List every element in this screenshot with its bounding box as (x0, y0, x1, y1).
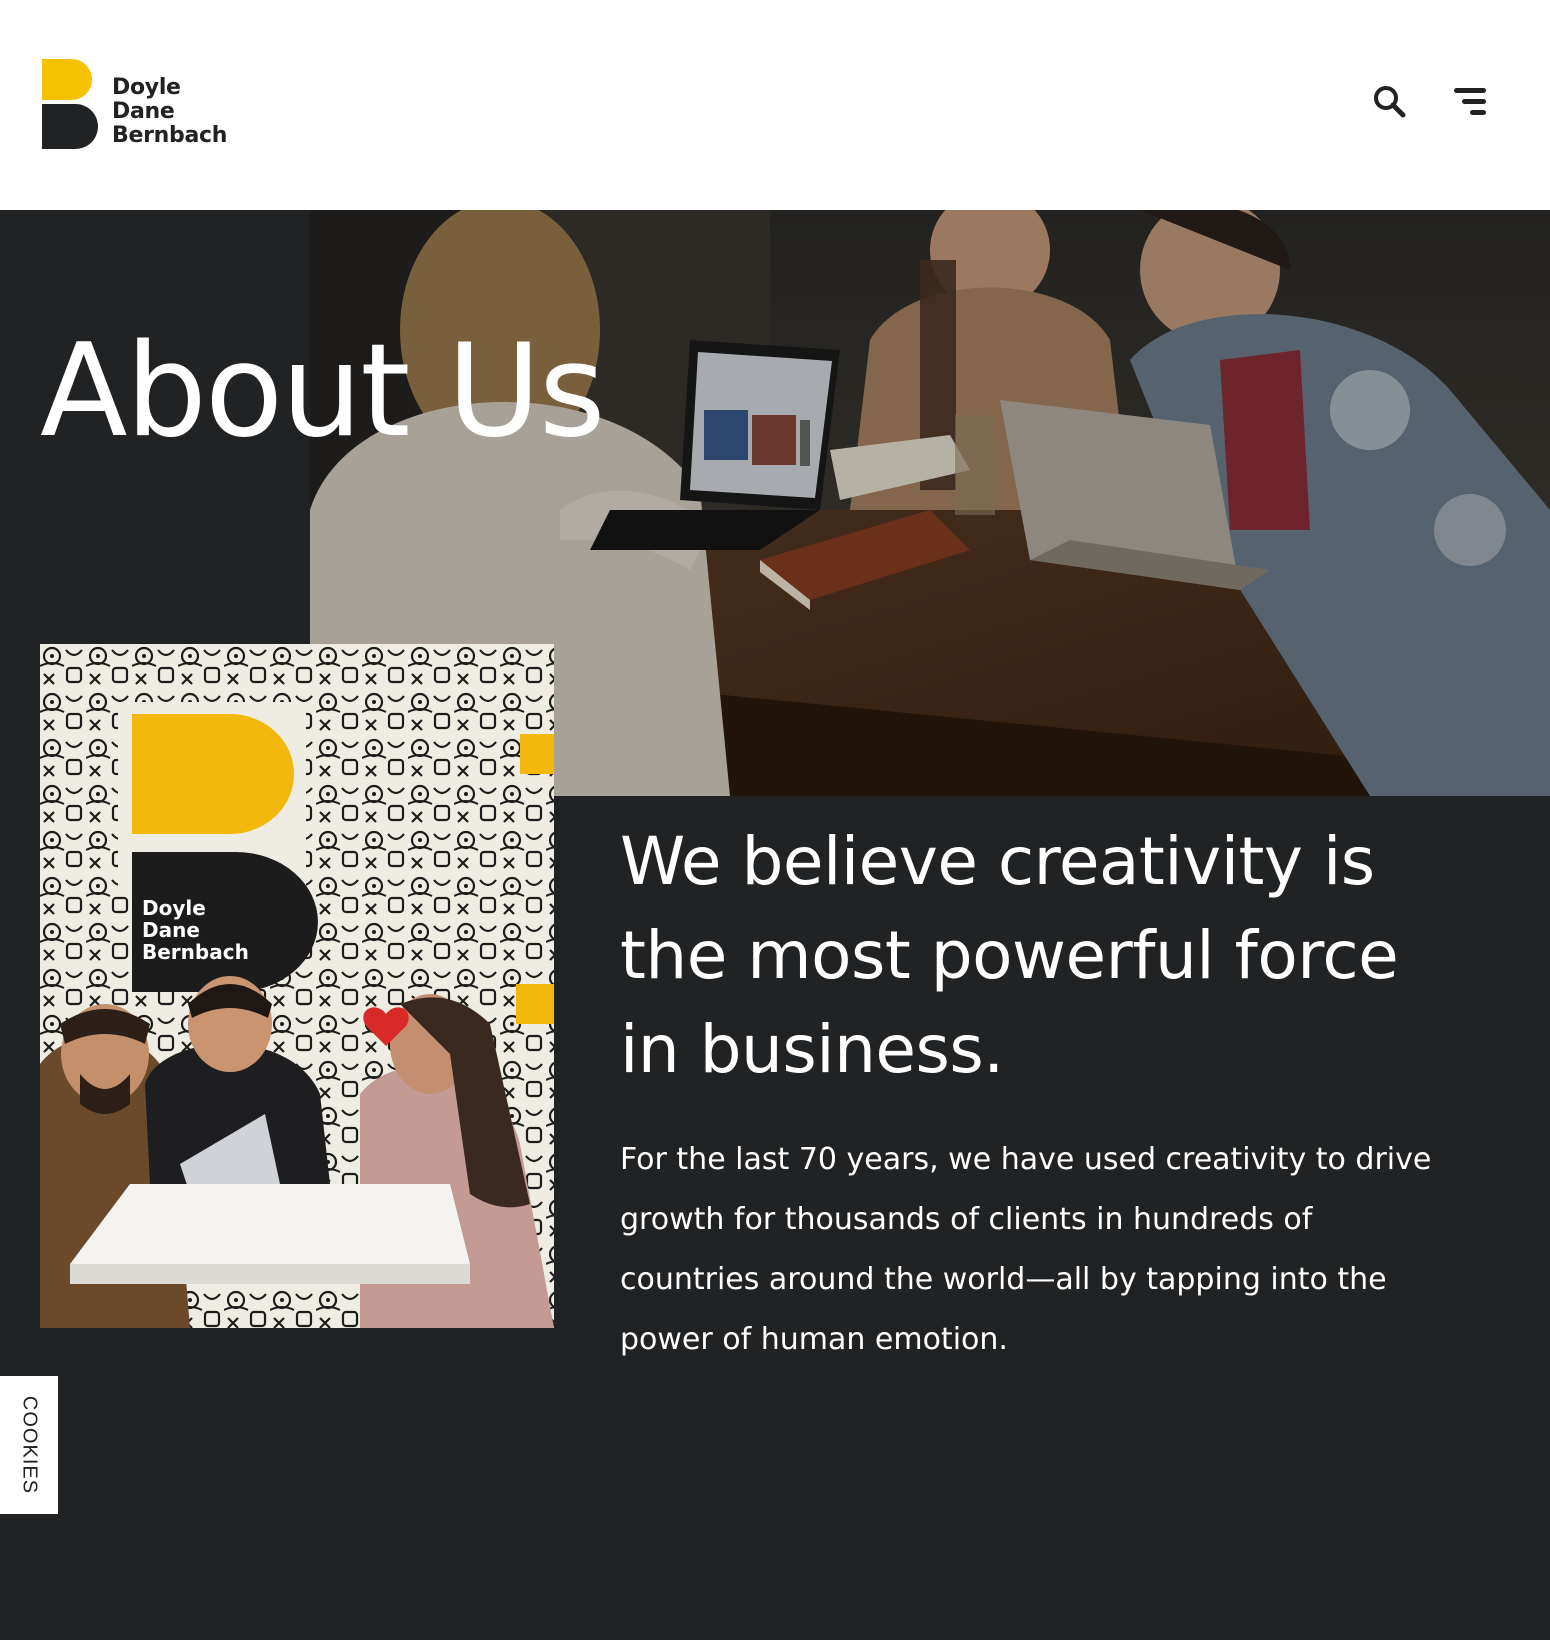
menu-icon (1454, 88, 1486, 115)
cookies-button[interactable]: COOKIES (0, 1376, 58, 1514)
headline: We believe creativity is the most powerf… (620, 823, 1399, 1088)
cookies-label: COOKIES (18, 1395, 41, 1495)
page: Doyle Dane Bernbach About Us Doyle Dane … (0, 0, 1550, 1640)
wall-logo-line-3: Bernbach (142, 940, 249, 964)
site-header: Doyle Dane Bernbach (0, 0, 1550, 210)
logo-mark-top (42, 59, 92, 100)
wall-logo-line-1: Doyle (142, 896, 206, 920)
search-icon (1374, 86, 1406, 118)
wall-logo-line-2: Dane (142, 918, 200, 942)
logo-line-1: Doyle (112, 75, 181, 100)
inset-photo-illustration: Doyle Dane Bernbach (40, 644, 554, 1328)
page-title: About Us (40, 317, 605, 466)
logo-line-2: Dane (112, 99, 175, 124)
logo-wordmark: Doyle Dane Bernbach (112, 76, 227, 148)
logo-mark-bottom (42, 104, 98, 149)
search-button[interactable] (1370, 82, 1410, 122)
logo-mark-icon (42, 58, 98, 150)
body-copy: For the last 70 years, we have used crea… (620, 1142, 1432, 1357)
logo-link[interactable]: Doyle Dane Bernbach (42, 58, 282, 154)
menu-button[interactable] (1450, 82, 1490, 122)
inset-photo: Doyle Dane Bernbach (40, 644, 554, 1328)
logo-line-3: Bernbach (112, 123, 228, 148)
